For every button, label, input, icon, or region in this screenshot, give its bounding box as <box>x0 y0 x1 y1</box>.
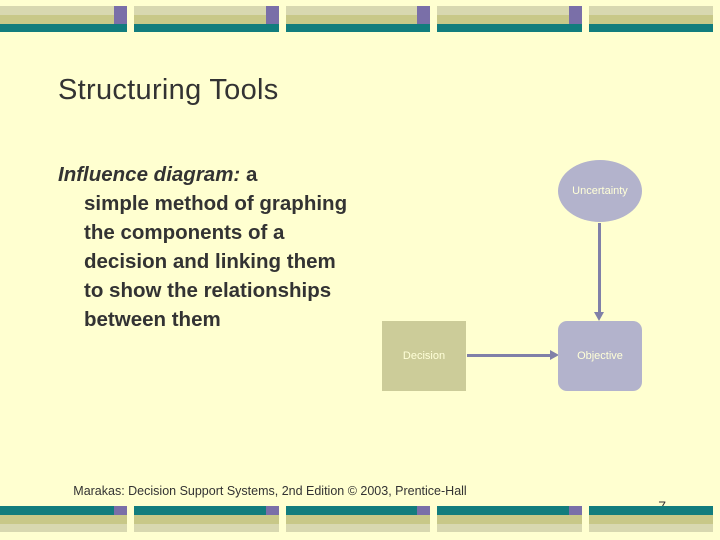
arrow-uncertainty-to-objective <box>594 223 604 321</box>
influence-diagram: Uncertainty Decision Objective <box>370 155 690 415</box>
deco-band-olive <box>285 15 431 24</box>
diagram-node-decision: Decision <box>382 321 466 391</box>
body-lead-term: Influence diagram: <box>58 163 241 186</box>
deco-band-pale <box>134 6 279 15</box>
deco-band-olive <box>437 15 582 24</box>
deco-unit <box>0 6 128 32</box>
deco-band-pale <box>134 524 279 532</box>
deco-band-pale <box>0 6 128 15</box>
deco-band-pale <box>588 524 714 532</box>
deco-cap-purple <box>114 6 128 24</box>
deco-cap-purple <box>265 6 279 24</box>
deco-band-pale <box>588 6 714 15</box>
deco-band-pale <box>285 524 431 532</box>
deco-cap-purple <box>114 506 128 515</box>
deco-unit <box>285 6 431 32</box>
diagram-node-objective-label: Objective <box>577 350 623 362</box>
body-text: Influence diagram: a simple method of gr… <box>58 160 358 334</box>
deco-band-pale <box>437 6 582 15</box>
deco-cap-purple <box>417 506 431 515</box>
deco-cap-purple <box>417 6 431 24</box>
footer-credit: Marakas: Decision Support Systems, 2nd E… <box>73 484 467 498</box>
deco-band-teal <box>0 24 128 32</box>
deco-band-teal <box>285 506 431 515</box>
deco-band-teal <box>588 506 714 515</box>
diagram-node-decision-label: Decision <box>402 350 446 362</box>
deco-band-teal <box>588 24 714 32</box>
deco-unit <box>134 6 279 32</box>
diagram-node-uncertainty-label: Uncertainty <box>572 185 628 197</box>
deco-cap-purple <box>568 506 582 515</box>
deco-unit <box>588 506 714 532</box>
page-title: Structuring Tools <box>58 74 279 106</box>
deco-band-olive <box>437 515 582 524</box>
diagram-node-objective: Objective <box>558 321 642 391</box>
bottom-decoration-bar <box>0 506 720 532</box>
deco-band-olive <box>0 15 128 24</box>
arrow-decision-to-objective <box>467 350 559 360</box>
deco-band-teal <box>134 24 279 32</box>
body-lead-rest: a <box>240 163 258 186</box>
deco-band-teal <box>285 24 431 32</box>
deco-band-olive <box>0 515 128 524</box>
deco-cap-purple <box>265 506 279 515</box>
deco-band-pale <box>437 524 582 532</box>
deco-unit <box>0 506 128 532</box>
deco-band-teal <box>437 24 582 32</box>
deco-unit <box>134 506 279 532</box>
deco-band-pale <box>0 524 128 532</box>
deco-band-olive <box>134 515 279 524</box>
top-decoration-bar <box>0 6 720 32</box>
deco-unit <box>285 506 431 532</box>
deco-band-teal <box>437 506 582 515</box>
deco-unit <box>437 506 582 532</box>
body-continuation: simple method of graphing the components… <box>84 192 348 331</box>
deco-band-olive <box>588 15 714 24</box>
deco-band-teal <box>134 506 279 515</box>
diagram-node-uncertainty: Uncertainty <box>558 160 642 222</box>
deco-unit <box>437 6 582 32</box>
deco-band-olive <box>285 515 431 524</box>
deco-band-pale <box>285 6 431 15</box>
deco-cap-purple <box>568 6 582 24</box>
deco-band-olive <box>134 15 279 24</box>
deco-unit <box>588 6 714 32</box>
deco-band-olive <box>588 515 714 524</box>
deco-band-teal <box>0 506 128 515</box>
